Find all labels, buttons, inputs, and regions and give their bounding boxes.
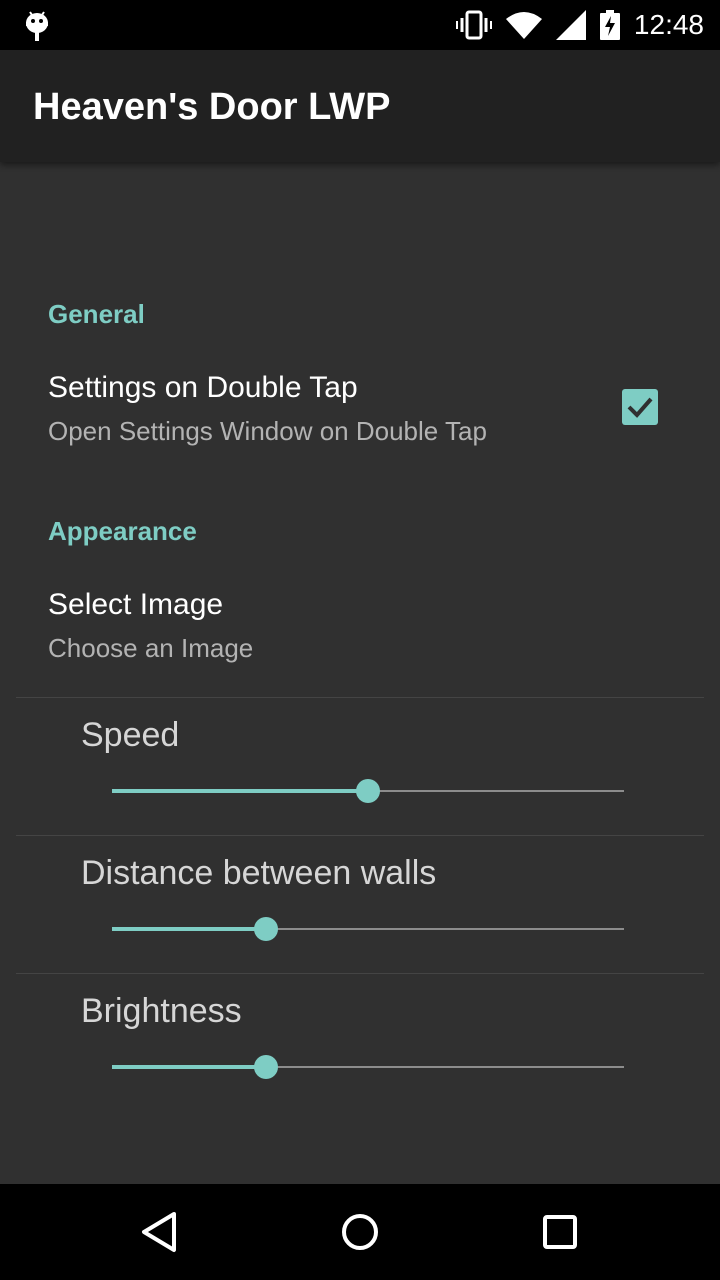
app-title: Heaven's Door LWP [33, 86, 391, 128]
divider [16, 835, 704, 836]
navigation-bar [0, 1184, 720, 1280]
recents-icon[interactable] [536, 1208, 584, 1256]
android-debug-icon [26, 11, 48, 41]
distance-slider[interactable] [112, 909, 624, 949]
slider-fill [112, 927, 266, 931]
back-icon[interactable] [136, 1208, 184, 1256]
brightness-slider[interactable] [112, 1047, 624, 1087]
divider [16, 697, 704, 698]
slider-thumb[interactable] [356, 779, 380, 803]
app-bar: Heaven's Door LWP [0, 50, 720, 162]
status-bar: 12:48 [0, 0, 720, 50]
category-appearance: Appearance [48, 516, 197, 546]
slider-thumb[interactable] [254, 1055, 278, 1079]
slider-fill [112, 1065, 266, 1069]
checkmark-icon [627, 397, 653, 418]
status-clock: 12:48 [633, 9, 704, 40]
pref-select-image-summary: Choose an Image [48, 633, 254, 663]
signal-icon [555, 10, 586, 40]
category-general: General [48, 299, 145, 329]
slider-fill [112, 789, 368, 793]
pref-double-tap-title: Settings on Double Tap [48, 371, 358, 404]
pref-double-tap-summary: Open Settings Window on Double Tap [48, 416, 487, 446]
speed-label: Speed [81, 716, 180, 754]
brightness-label: Brightness [81, 992, 242, 1030]
distance-label: Distance between walls [81, 854, 437, 892]
pref-select-image-title: Select Image [48, 588, 224, 621]
vibrate-icon [455, 10, 492, 40]
battery-charging-icon [599, 10, 620, 40]
home-icon[interactable] [336, 1208, 384, 1256]
divider [16, 973, 704, 974]
wifi-icon [505, 12, 542, 39]
slider-thumb[interactable] [254, 917, 278, 941]
double-tap-checkbox[interactable] [622, 389, 658, 425]
settings-list[interactable]: General Settings on Double Tap Open Sett… [0, 162, 720, 1184]
speed-slider[interactable] [112, 771, 624, 811]
